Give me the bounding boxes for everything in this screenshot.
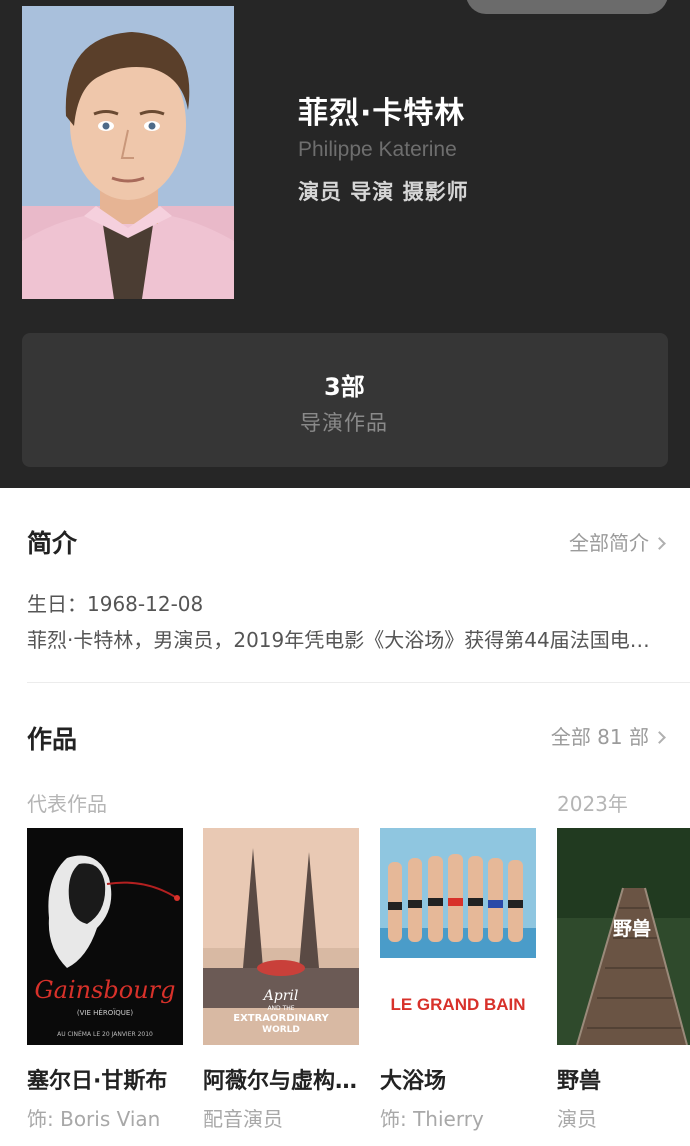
film-poster: April AND THE EXTRAORDINARY WORLD (203, 828, 359, 1045)
poster-overlay-title: 野兽 (613, 918, 652, 940)
film-poster: 野兽 (557, 828, 690, 1045)
person-header: 菲烈·卡特林 Philippe Katerine 演员 导演 摄影师 3部 导演… (0, 0, 690, 488)
all-works-link-label: 全部 81 部 (550, 725, 649, 749)
representative-works-label: 代表作品 (27, 792, 107, 816)
all-intro-link[interactable]: 全部简介 (569, 527, 666, 556)
film-title: 塞尔日·甘斯布 (27, 1069, 168, 1094)
director-works-count: 3部 (324, 373, 365, 401)
person-portrait[interactable] (22, 6, 234, 299)
film-card[interactable]: 野兽 野兽 演员 (557, 828, 690, 1132)
person-name-cn: 菲烈·卡特林 (298, 96, 466, 131)
film-card[interactable]: April AND THE EXTRAORDINARY WORLD 阿薇尔与虚构… (203, 828, 359, 1132)
svg-text:EXTRAORDINARY: EXTRAORDINARY (233, 1013, 329, 1024)
film-role: 配音演员 (203, 1107, 283, 1131)
intro-section-title: 简介 (27, 529, 78, 558)
svg-text:AU CINÉMA LE 20 JANVIER 2010: AU CINÉMA LE 20 JANVIER 2010 (57, 1030, 153, 1038)
year-label: 2023年 (557, 792, 628, 816)
all-intro-link-label: 全部简介 (569, 531, 649, 555)
portrait-image (22, 6, 234, 299)
svg-text:AND THE: AND THE (267, 1005, 294, 1012)
works-section-title: 作品 (27, 725, 78, 754)
person-roles: 演员 导演 摄影师 (298, 180, 469, 204)
film-card[interactable]: LE GRAND BAIN 大浴场 饰: Thierry (380, 828, 536, 1132)
person-name-en: Philippe Katerine (298, 138, 457, 161)
svg-text:Gainsbourg: Gainsbourg (34, 976, 175, 1004)
section-divider (27, 682, 690, 683)
film-poster: LE GRAND BAIN (380, 828, 536, 1045)
chevron-right-icon (653, 537, 666, 550)
director-works-label: 导演作品 (300, 411, 388, 435)
film-title: 野兽 (557, 1069, 602, 1094)
film-title: 阿薇尔与虚构世界 (203, 1069, 359, 1094)
top-action-pill[interactable] (466, 0, 668, 14)
svg-text:LE GRAND BAIN: LE GRAND BAIN (390, 995, 525, 1014)
all-works-link[interactable]: 全部 81 部 (550, 721, 666, 750)
intro-summary[interactable]: 菲烈·卡特林，男演员，2019年凭电影《大浴场》获得第44届法国电影凯撒奖最佳男… (27, 624, 663, 653)
birthday-text: 生日：1968-12-08 (27, 592, 204, 616)
svg-text:WORLD: WORLD (262, 1025, 300, 1035)
film-card[interactable]: Gainsbourg (VIE HÉROÏQUE) AU CINÉMA LE 2… (27, 828, 183, 1132)
director-works-card[interactable]: 3部 导演作品 (22, 333, 668, 467)
chevron-right-icon (653, 731, 666, 744)
film-role: 演员 (557, 1107, 597, 1131)
svg-text:April: April (262, 988, 299, 1004)
film-role: 饰: Boris Vian (27, 1107, 161, 1131)
film-title: 大浴场 (380, 1069, 447, 1094)
film-role: 饰: Thierry (380, 1107, 484, 1131)
film-poster: Gainsbourg (VIE HÉROÏQUE) AU CINÉMA LE 2… (27, 828, 183, 1045)
content-sheet: 简介 全部简介 生日：1968-12-08 菲烈·卡特林，男演员，2019年凭电… (0, 488, 690, 1146)
svg-text:(VIE HÉROÏQUE): (VIE HÉROÏQUE) (77, 1008, 133, 1017)
